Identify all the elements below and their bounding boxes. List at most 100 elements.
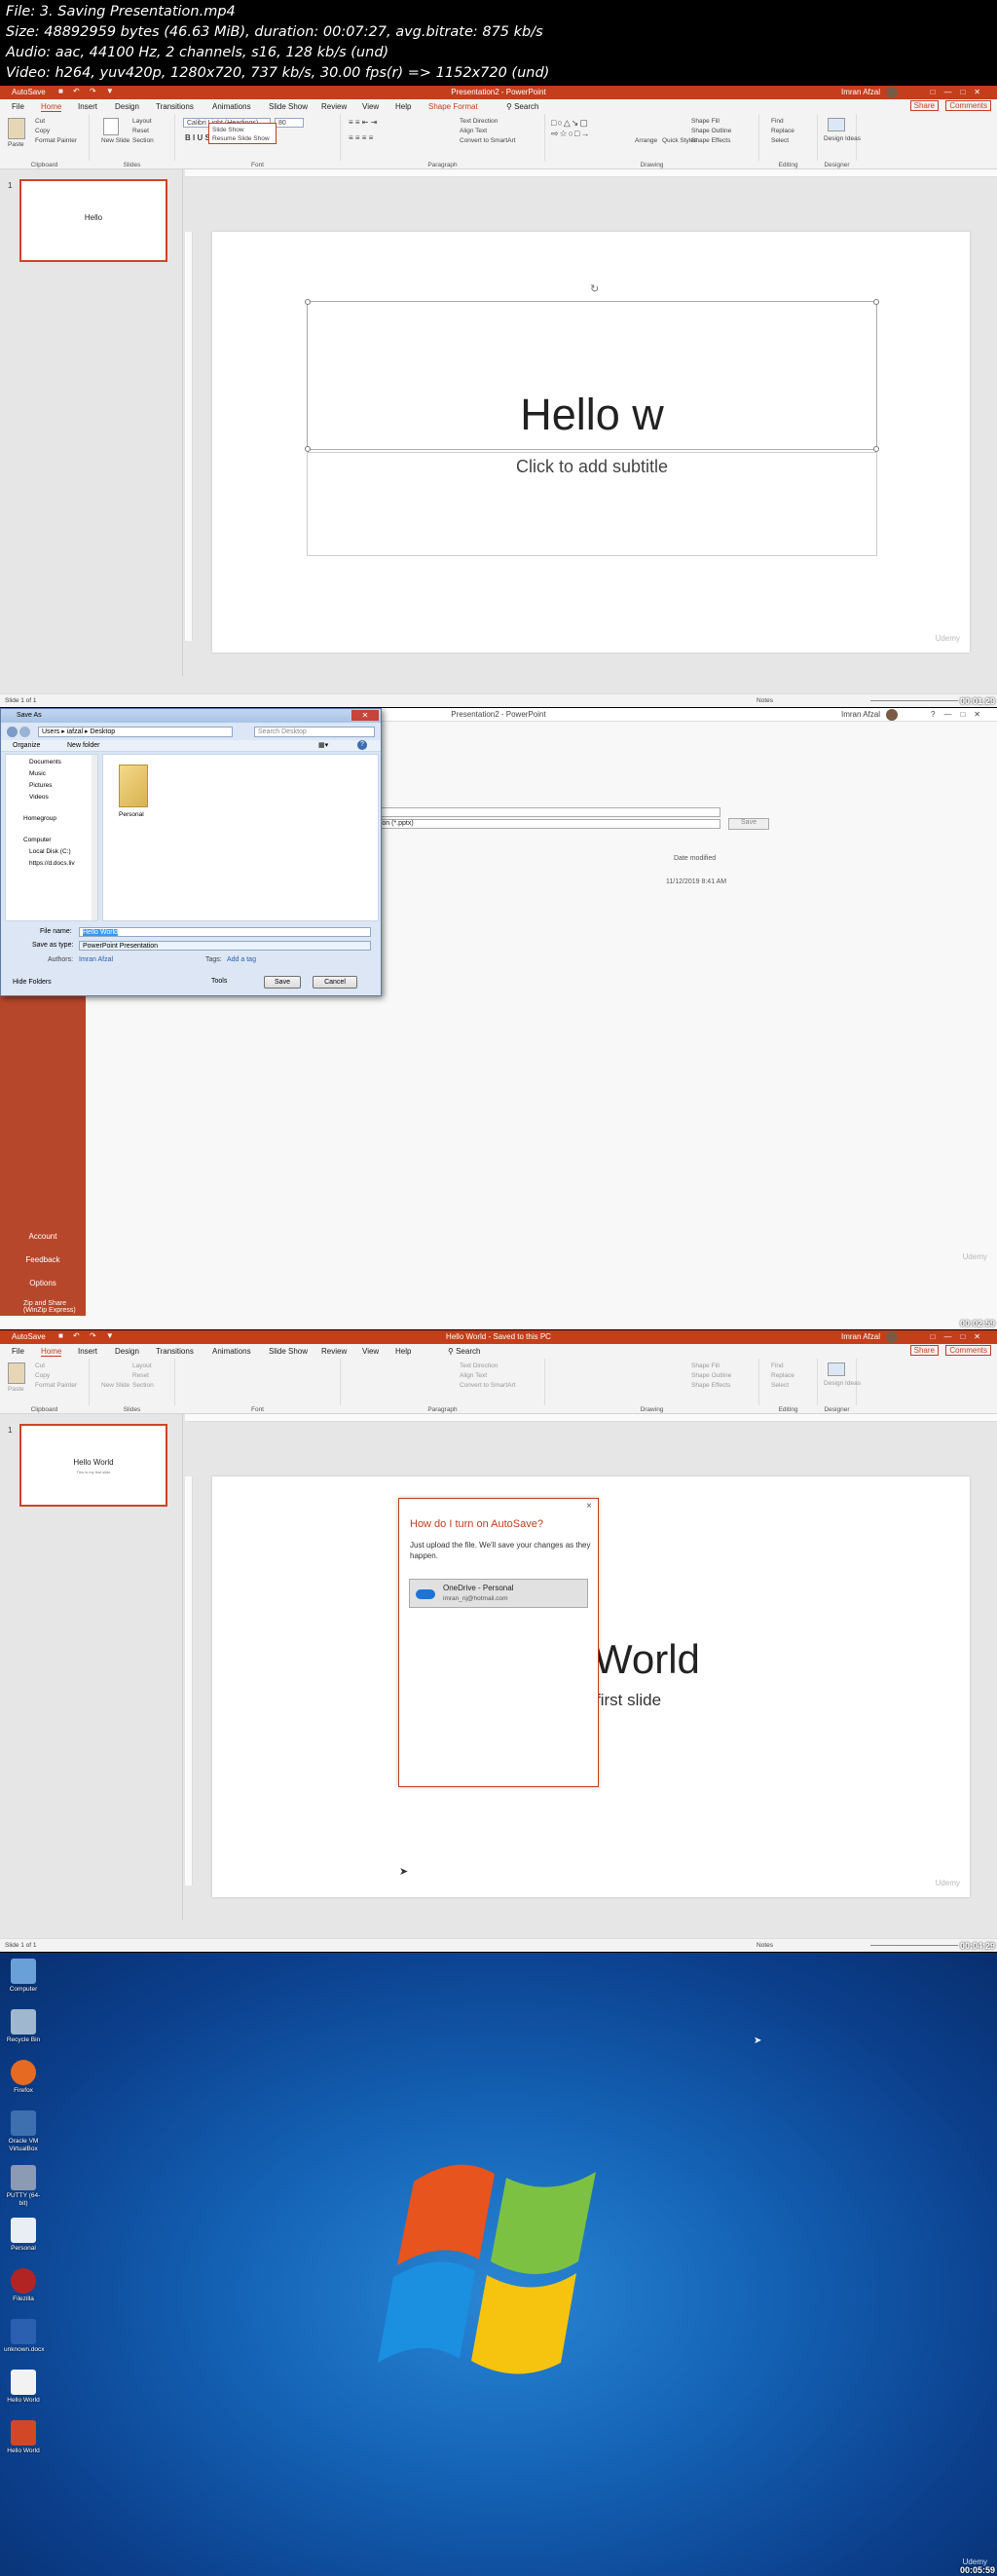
zoom-slider[interactable] (870, 1945, 958, 1946)
nav-options[interactable]: Options (0, 1279, 86, 1288)
back-icon[interactable] (7, 727, 18, 737)
design-ideas-icon[interactable] (828, 1363, 845, 1376)
tree-music[interactable]: Music (29, 770, 46, 777)
onedrive-option[interactable]: OneDrive - Personal imran_nj@hotmail.com (409, 1579, 588, 1608)
tree-homegroup[interactable]: Homegroup (23, 815, 56, 822)
user-name[interactable]: Imran Afzal (841, 1332, 880, 1341)
slideshow-dropdown[interactable]: Slide Show Resume Slide Show (208, 123, 277, 144)
title-placeholder[interactable]: Hello w ↻ (305, 283, 879, 452)
replace-label[interactable]: Replace (771, 1372, 794, 1379)
tab-shape-format[interactable]: Shape Format (428, 102, 478, 111)
copy-label[interactable]: Copy (35, 128, 50, 134)
folder-icon[interactable] (119, 765, 148, 807)
tab-transitions[interactable]: Transitions (156, 1347, 194, 1356)
save-type-select[interactable]: PowerPoint Presentation (79, 941, 371, 951)
nav-zip-share[interactable]: Zip and Share (WinZip Express) (23, 1300, 82, 1314)
desktop-icon-computer[interactable]: Computer (4, 1959, 43, 1994)
desktop-icon-recycle-bin[interactable]: Recycle Bin (4, 2009, 43, 2044)
layout-label[interactable]: Layout (132, 118, 152, 125)
reset-label[interactable]: Reset (132, 128, 149, 134)
desktop-icon-personal[interactable]: Personal (4, 2218, 43, 2253)
tree-local-disk[interactable]: Local Disk (C:) (29, 848, 71, 855)
slide-title-text[interactable]: World (594, 1636, 700, 1683)
slide-canvas[interactable]: Hello w ↻ Click to add subtitle Udemy (212, 232, 970, 653)
dropdown-item-slide-show[interactable]: Slide Show (212, 126, 273, 134)
arrange-label[interactable]: Arrange (635, 137, 657, 144)
cut-label[interactable]: Cut (35, 118, 45, 125)
font-size-field[interactable]: 80 (275, 118, 304, 128)
path-desktop[interactable]: Desktop (90, 728, 115, 735)
share-button[interactable]: Share (909, 100, 939, 111)
user-name[interactable]: Imran Afzal (841, 710, 880, 719)
desktop-icon-firefox[interactable]: Firefox (4, 2060, 43, 2095)
paste-icon[interactable] (8, 118, 25, 139)
tree-onedrive[interactable]: https://d.docs.liv (29, 860, 75, 867)
bg-filetype-field[interactable]: ation (*.pptx) (370, 819, 720, 829)
tab-help[interactable]: Help (395, 102, 411, 111)
nav-feedback[interactable]: Feedback (0, 1255, 86, 1264)
tags-value[interactable]: Add a tag (227, 956, 256, 963)
path-user[interactable]: iafzal (67, 728, 83, 735)
tree-scrollbar[interactable] (92, 755, 97, 920)
paste-icon[interactable] (8, 1363, 25, 1384)
tab-file[interactable]: File (12, 102, 24, 111)
tree-videos[interactable]: Videos (29, 794, 49, 801)
tab-view[interactable]: View (362, 1347, 379, 1356)
close-icon[interactable]: ✕ (351, 710, 379, 721)
shape-outline-label[interactable]: Shape Outline (691, 128, 731, 134)
select-label[interactable]: Select (771, 137, 789, 144)
tools-button[interactable]: Tools (211, 978, 227, 985)
search-box[interactable]: ⚲ Search (506, 102, 538, 111)
notes-button[interactable]: Notes (757, 697, 773, 704)
desktop-icon-docx[interactable]: unknown.docx (4, 2319, 45, 2354)
find-label[interactable]: Find (771, 1363, 784, 1369)
organize-button[interactable]: Organize (13, 742, 40, 749)
design-ideas-icon[interactable] (828, 118, 845, 131)
tab-transitions[interactable]: Transitions (156, 102, 194, 111)
text-direction-label[interactable]: Text Direction (460, 1363, 498, 1369)
dropdown-item-resume[interactable]: Resume Slide Show (212, 134, 273, 143)
format-painter-label[interactable]: Format Painter (35, 137, 77, 144)
desktop-icon-filezilla[interactable]: Filezilla (4, 2268, 43, 2303)
view-icon[interactable]: ▦▾ (318, 741, 328, 749)
paste-label[interactable]: Paste (8, 141, 24, 148)
copy-label[interactable]: Copy (35, 1372, 50, 1379)
tab-insert[interactable]: Insert (78, 1347, 97, 1356)
subtitle-placeholder[interactable]: Click to add subtitle (307, 452, 877, 556)
format-painter-label[interactable]: Format Painter (35, 1382, 77, 1389)
shape-fill-label[interactable]: Shape Fill (691, 1363, 720, 1369)
new-slide-icon[interactable] (103, 118, 119, 135)
slide-thumbnail[interactable]: 1 Hello World This is my first slide (8, 1424, 167, 1507)
select-label[interactable]: Select (771, 1382, 789, 1389)
desktop-icon-hello-world-2[interactable]: Hello World (4, 2420, 43, 2455)
tab-slide-show[interactable]: Slide Show (269, 102, 308, 111)
new-slide-label[interactable]: New Slide (101, 137, 129, 144)
comments-button[interactable]: Comments (945, 1345, 991, 1356)
tab-animations[interactable]: Animations (212, 102, 251, 111)
cut-label[interactable]: Cut (35, 1363, 45, 1369)
tree-computer[interactable]: Computer (23, 837, 52, 843)
close-icon[interactable]: × (586, 1501, 592, 1512)
smartart-label[interactable]: Convert to SmartArt (460, 137, 515, 144)
help-icon[interactable]: ? (357, 740, 367, 750)
tab-help[interactable]: Help (395, 1347, 411, 1356)
tab-file[interactable]: File (12, 1347, 24, 1356)
text-direction-label[interactable]: Text Direction (460, 118, 498, 125)
smartart-label[interactable]: Convert to SmartArt (460, 1382, 515, 1389)
shapes-gallery-icon[interactable]: □○△↘▢ ⇨☆○□→ (551, 118, 590, 139)
desktop-icon-hello-world-1[interactable]: Hello World (4, 2370, 43, 2405)
slide-subtitle-text[interactable]: first slide (596, 1691, 661, 1710)
search-field[interactable]: Search Desktop (254, 727, 375, 737)
shape-effects-label[interactable]: Shape Effects (691, 137, 730, 144)
paste-label[interactable]: Paste (8, 1386, 24, 1393)
align-icon[interactable]: ≡ ≡ ≡ ≡ (349, 133, 373, 142)
new-folder-button[interactable]: New folder (67, 742, 99, 749)
tab-review[interactable]: Review (321, 102, 347, 111)
comments-button[interactable]: Comments (945, 100, 991, 111)
file-name-field[interactable]: Hello World (79, 927, 371, 937)
tab-home[interactable]: Home (41, 102, 62, 112)
tab-design[interactable]: Design (115, 102, 139, 111)
cancel-button[interactable]: Cancel (313, 976, 357, 989)
design-ideas-label[interactable]: Design Ideas (824, 1380, 861, 1387)
reset-label[interactable]: Reset (132, 1372, 149, 1379)
